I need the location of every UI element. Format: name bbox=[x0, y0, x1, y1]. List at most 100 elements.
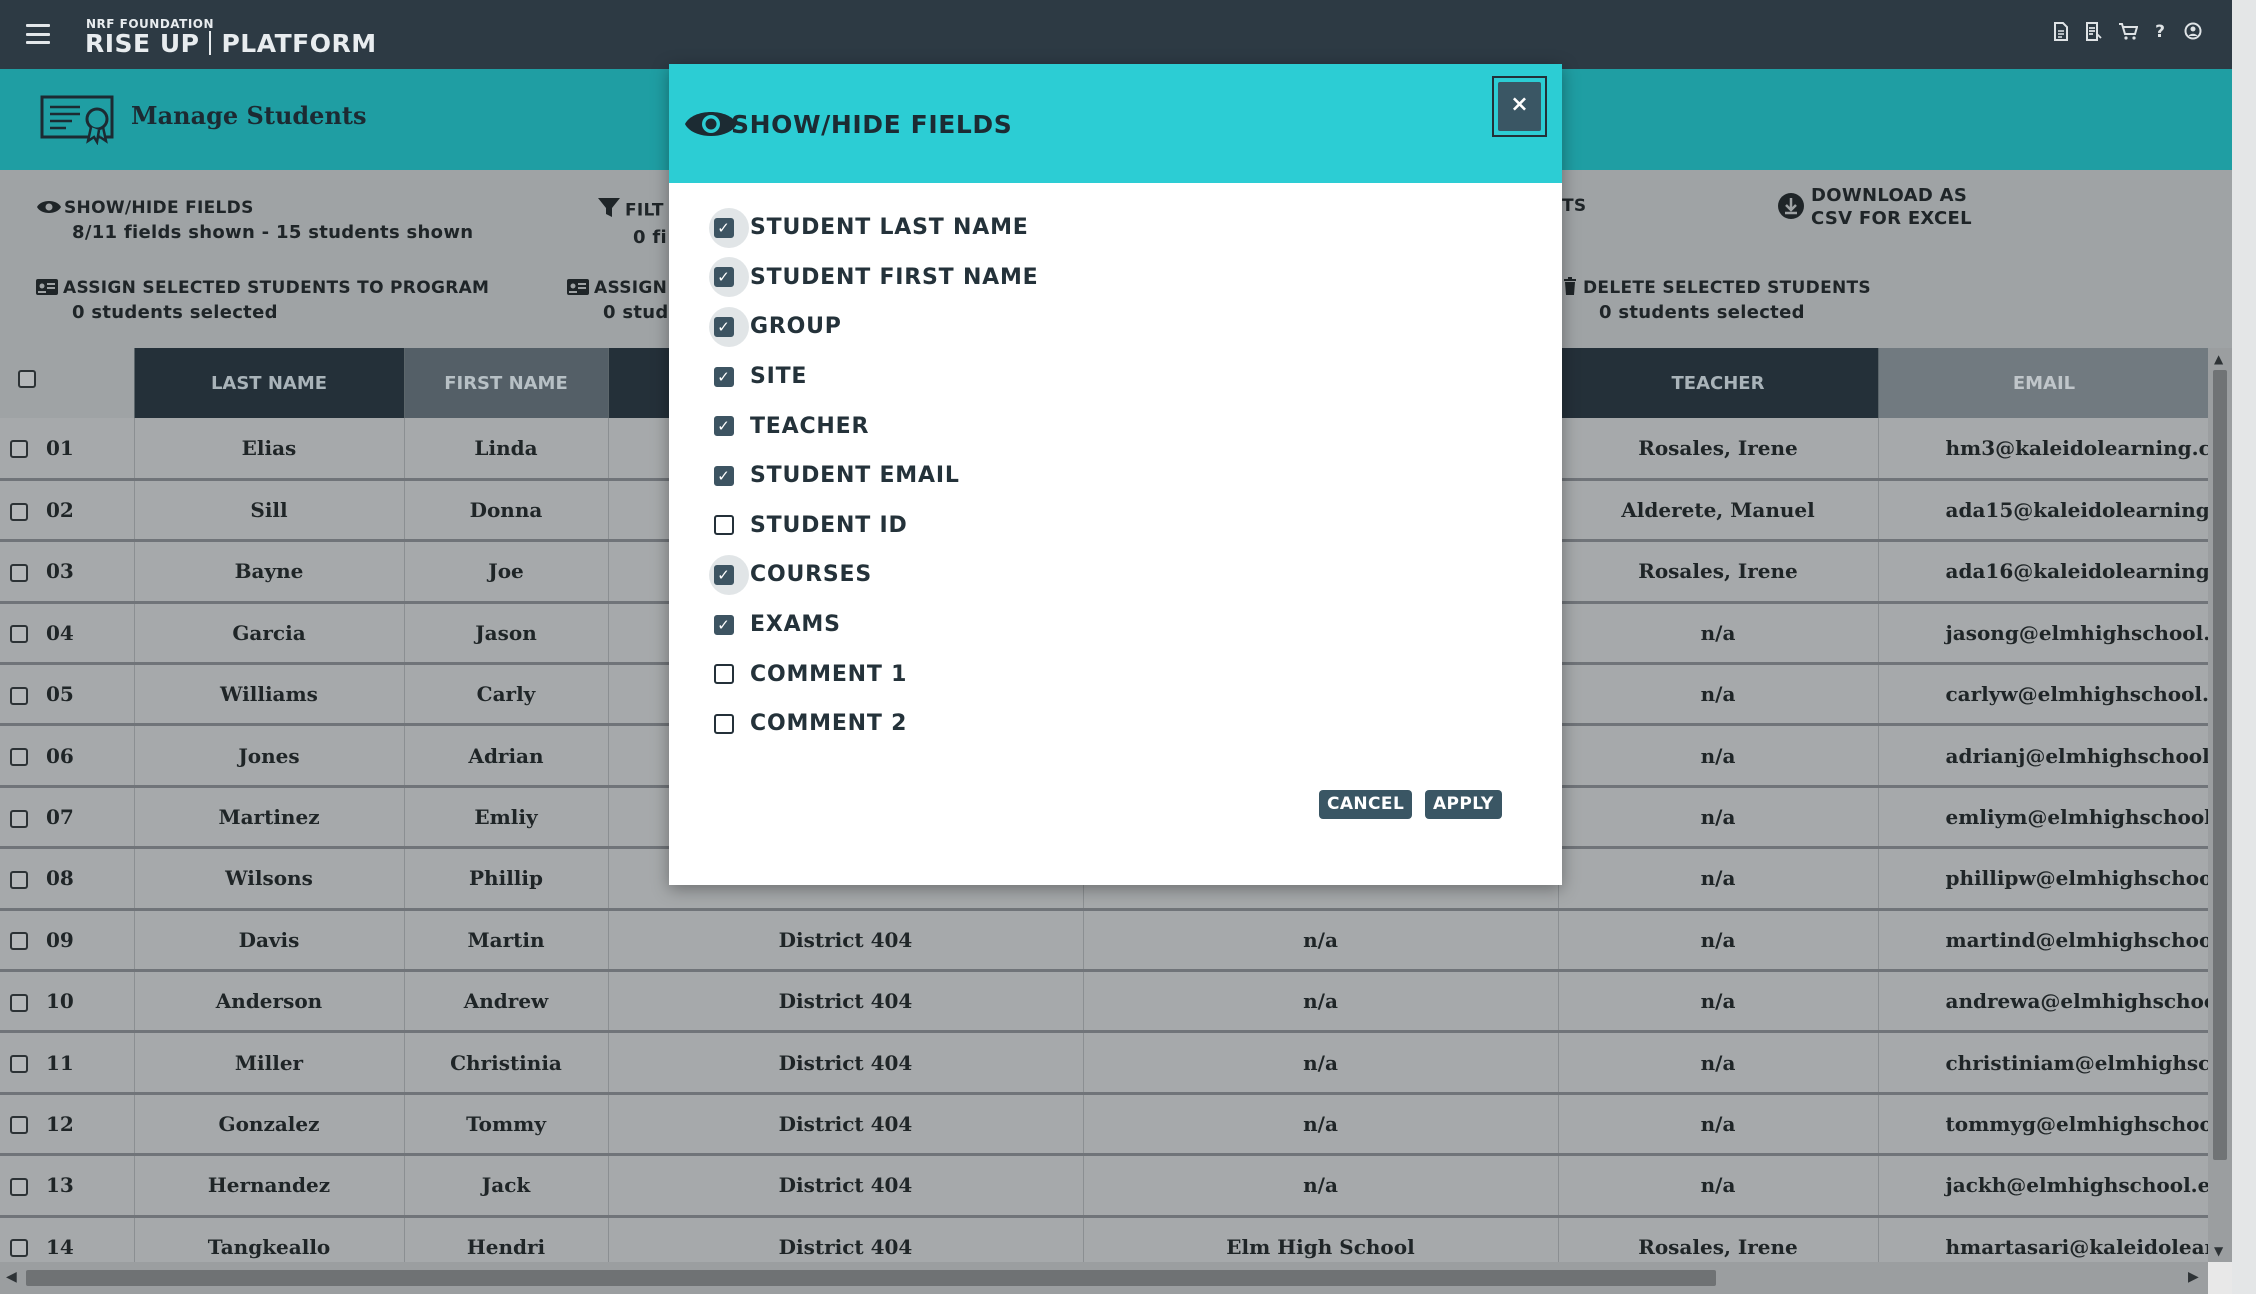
table-row[interactable]: 12 Gonzalez Tommy District 404 n/a n/a tommyg@… bbox=[0, 1093, 2209, 1157]
field-option[interactable]: GROUP bbox=[709, 302, 1039, 352]
show-hide-fields-action[interactable]: SHOW/HIDE FIELDS 8/11 fields shown - 15 … bbox=[36, 196, 473, 243]
row-select-checkbox[interactable] bbox=[10, 1055, 28, 1074]
document-icon[interactable] bbox=[2052, 22, 2070, 42]
last-name-cell-text: Williams bbox=[220, 682, 318, 707]
row-select-checkbox[interactable] bbox=[10, 748, 28, 767]
vertical-scroll-thumb[interactable] bbox=[2213, 370, 2227, 1160]
field-checkbox[interactable] bbox=[713, 217, 734, 238]
table-row[interactable]: 10 Anderson Andrew District 404 n/a n/a andrew… bbox=[0, 970, 2208, 1034]
table-row[interactable]: 13 Hernandez Jack District 404 n/a n/a jackh@e… bbox=[0, 1154, 2208, 1218]
row-select-checkbox[interactable] bbox=[10, 625, 28, 644]
field-checkbox[interactable] bbox=[713, 416, 734, 437]
email-cell-text: tommyg@elmhighschool.e bbox=[1945, 1111, 2209, 1136]
vertical-scrollbar[interactable]: ▲ ▼ bbox=[2208, 348, 2232, 1262]
last-name-cell: Bayne bbox=[134, 540, 405, 604]
field-checkbox[interactable] bbox=[713, 316, 734, 337]
email-cell-text: emliym@elmhighschool.e bbox=[1945, 805, 2209, 830]
field-option[interactable]: COURSES bbox=[709, 550, 1039, 600]
field-checkbox[interactable] bbox=[713, 465, 734, 486]
cart-icon[interactable] bbox=[2118, 22, 2139, 42]
email-cell: ada16@kaleidolearning.co bbox=[1878, 540, 2208, 604]
field-option[interactable]: STUDENT ID bbox=[713, 501, 1039, 551]
field-option[interactable]: STUDENT FIRST NAME bbox=[709, 253, 1039, 303]
checkbox-ripple bbox=[709, 704, 749, 744]
column-header-last-name[interactable]: LAST NAME bbox=[134, 348, 405, 418]
last-name-cell: Miller bbox=[134, 1031, 405, 1095]
row-select-checkbox[interactable] bbox=[10, 993, 28, 1012]
horizontal-scrollbar[interactable]: ◀ ▶ bbox=[0, 1262, 2208, 1294]
teacher-cell-text: n/a bbox=[1700, 927, 1736, 952]
row-select-checkbox[interactable] bbox=[10, 440, 28, 459]
field-option[interactable]: TEACHER bbox=[713, 401, 1039, 451]
first-name-cell-text: Adrian bbox=[468, 743, 544, 768]
row-select-checkbox[interactable] bbox=[10, 809, 28, 828]
apply-button[interactable]: APPLY bbox=[1425, 790, 1502, 819]
scroll-up-icon[interactable]: ▲ bbox=[2214, 352, 2223, 366]
field-option[interactable]: SITE bbox=[713, 352, 1039, 402]
column-header-first-name[interactable]: FIRST NAME bbox=[404, 348, 609, 418]
field-checkbox[interactable] bbox=[713, 267, 734, 288]
row-number-text: 13 bbox=[46, 1173, 74, 1198]
last-name-cell: Jones bbox=[134, 724, 405, 788]
scroll-down-icon[interactable]: ▼ bbox=[2214, 1244, 2223, 1258]
scroll-left-icon[interactable]: ◀ bbox=[6, 1269, 17, 1285]
menu-icon[interactable] bbox=[26, 24, 50, 44]
row-select-checkbox[interactable] bbox=[10, 563, 28, 582]
row-select-checkbox[interactable] bbox=[10, 1116, 28, 1135]
first-name-cell-text: Martin bbox=[467, 927, 545, 952]
field-label: COMMENT 2 bbox=[750, 711, 908, 737]
row-select-checkbox[interactable] bbox=[10, 686, 28, 705]
assign-action-2[interactable]: ASSIGN 0 stud bbox=[567, 276, 669, 323]
horizontal-scroll-thumb[interactable] bbox=[26, 1270, 1716, 1286]
row-select-checkbox[interactable] bbox=[10, 932, 28, 951]
row-select-checkbox[interactable] bbox=[10, 1239, 28, 1258]
close-button[interactable]: × bbox=[1492, 76, 1547, 137]
field-checkbox[interactable] bbox=[713, 366, 734, 387]
field-checkbox[interactable] bbox=[713, 664, 734, 685]
table-row[interactable]: 14 Tangkeallo Hendri District 404 Elm High S… bbox=[0, 1216, 2208, 1262]
field-option[interactable]: STUDENT LAST NAME bbox=[709, 203, 1039, 253]
field-label: GROUP bbox=[750, 314, 842, 340]
row-select-checkbox[interactable] bbox=[10, 1177, 28, 1196]
site-cell: n/a bbox=[1083, 1154, 1559, 1218]
filter-action[interactable]: FILT 0 fi bbox=[597, 196, 667, 248]
row-select-checkbox[interactable] bbox=[10, 870, 28, 889]
field-option[interactable]: EXAMS bbox=[713, 600, 1039, 650]
list-icon[interactable] bbox=[2085, 22, 2103, 42]
assign-to-program-action[interactable]: ASSIGN SELECTED STUDENTS TO PROGRAM 0 st… bbox=[36, 276, 489, 323]
field-option[interactable]: COMMENT 1 bbox=[713, 649, 1039, 699]
field-option[interactable]: STUDENT EMAIL bbox=[713, 451, 1039, 501]
delete-selected-action[interactable]: DELETE SELECTED STUDENTS 0 students sele… bbox=[1563, 276, 1871, 323]
teacher-cell: n/a bbox=[1558, 1093, 1879, 1157]
account-icon[interactable] bbox=[2184, 22, 2202, 42]
row-select-checkbox[interactable] bbox=[10, 502, 28, 521]
select-all-checkbox[interactable] bbox=[18, 370, 36, 388]
field-option[interactable]: COMMENT 2 bbox=[713, 699, 1039, 749]
window-edge bbox=[2232, 0, 2256, 1294]
field-checkbox[interactable] bbox=[713, 564, 734, 585]
email-cell: hm3@kaleidolearning.co bbox=[1878, 418, 2208, 481]
field-checkbox[interactable] bbox=[713, 515, 734, 536]
email-cell-text: martind@elmhighschool.e bbox=[1945, 927, 2209, 952]
column-header-email[interactable]: EMAIL bbox=[1878, 348, 2208, 418]
last-name-cell-text: Sill bbox=[250, 498, 288, 523]
brand-name: RISE UP PLATFORM bbox=[85, 29, 377, 58]
field-label: COURSES bbox=[750, 562, 872, 588]
field-checkbox[interactable] bbox=[713, 614, 734, 635]
close-icon: × bbox=[1498, 82, 1541, 131]
first-name-cell: Christinia bbox=[404, 1031, 609, 1095]
cancel-button[interactable]: CANCEL bbox=[1319, 790, 1413, 819]
group-cell: District 404 bbox=[608, 970, 1084, 1034]
teacher-cell: n/a bbox=[1558, 1154, 1879, 1218]
site-cell: n/a bbox=[1083, 1031, 1559, 1095]
table-row[interactable]: 09 Davis Martin District 404 n/a n/a martind@e… bbox=[0, 909, 2209, 973]
field-checkbox[interactable] bbox=[713, 713, 734, 734]
download-csv-action[interactable]: DOWNLOAD AS CSV FOR EXCEL bbox=[1777, 184, 1972, 230]
scroll-right-icon[interactable]: ▶ bbox=[2188, 1269, 2199, 1285]
field-label: SITE bbox=[750, 364, 808, 390]
help-icon[interactable]: ? bbox=[2151, 22, 2169, 42]
table-row[interactable]: 11 Miller Christinia District 404 n/a n/a chri… bbox=[0, 1031, 2208, 1095]
last-name-cell-text: Martinez bbox=[218, 805, 320, 830]
modal-header: SHOW/HIDE FIELDS × bbox=[669, 64, 1562, 183]
column-header-teacher[interactable]: TEACHER bbox=[1558, 348, 1879, 418]
